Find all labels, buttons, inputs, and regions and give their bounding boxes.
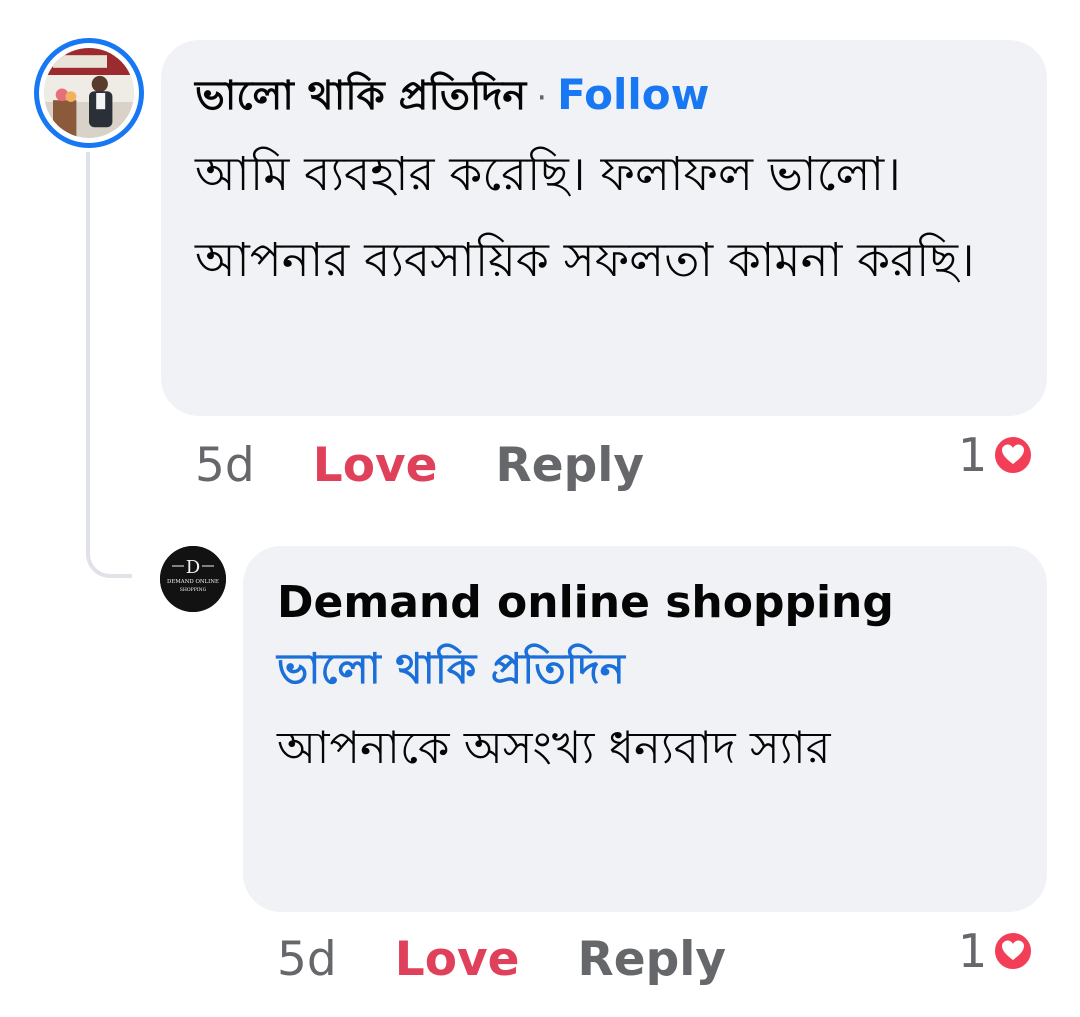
- commenter-avatar-photo: [44, 48, 134, 138]
- reply-button[interactable]: Reply: [496, 438, 644, 493]
- svg-text:DEMAND ONLINE: DEMAND ONLINE: [167, 579, 219, 585]
- reply-author-name[interactable]: Demand online shopping: [277, 572, 1013, 634]
- reaction-summary[interactable]: 1: [958, 428, 1034, 482]
- reply-button[interactable]: Reply: [578, 932, 726, 987]
- love-button[interactable]: Love: [395, 932, 520, 987]
- svg-text:D: D: [186, 557, 200, 578]
- demand-online-logo: D DEMAND ONLINE SHOPPING: [160, 546, 226, 612]
- heart-icon: [993, 435, 1034, 475]
- comment-bubble: ভালো থাকি প্রতিদিন · Follow আমি ব্যবহার …: [161, 40, 1047, 416]
- separator-dot: ·: [536, 78, 548, 118]
- love-button[interactable]: Love: [313, 438, 438, 493]
- reply-actions: 5d Love Reply: [277, 932, 726, 987]
- svg-text:SHOPPING: SHOPPING: [180, 587, 207, 593]
- reply-text: আপনাকে অসংখ্য ধন্যবাদ স্যার: [277, 721, 831, 774]
- reply-bubble: Demand online shopping ভালো থাকি প্রতিদি…: [243, 546, 1047, 912]
- page-avatar[interactable]: D DEMAND ONLINE SHOPPING: [160, 546, 226, 612]
- thread-connector-line: [86, 152, 132, 578]
- heart-icon: [993, 931, 1034, 971]
- comment-actions: 5d Love Reply: [195, 438, 644, 493]
- comment-text: আমি ব্যবহার করেছি। ফলাফল ভালো। আপনার ব্য…: [195, 147, 975, 288]
- reaction-count: 1: [958, 428, 988, 482]
- comment-timestamp[interactable]: 5d: [195, 438, 255, 493]
- reply-timestamp[interactable]: 5d: [277, 932, 337, 987]
- comment-author-name[interactable]: ভালো থাকি প্রতিদিন: [195, 66, 526, 126]
- reaction-summary[interactable]: 1: [958, 924, 1034, 978]
- mention-link[interactable]: ভালো থাকি প্রতিদিন: [277, 634, 1013, 704]
- follow-button[interactable]: Follow: [557, 70, 709, 119]
- reaction-count: 1: [958, 924, 988, 978]
- commenter-avatar[interactable]: [34, 38, 144, 148]
